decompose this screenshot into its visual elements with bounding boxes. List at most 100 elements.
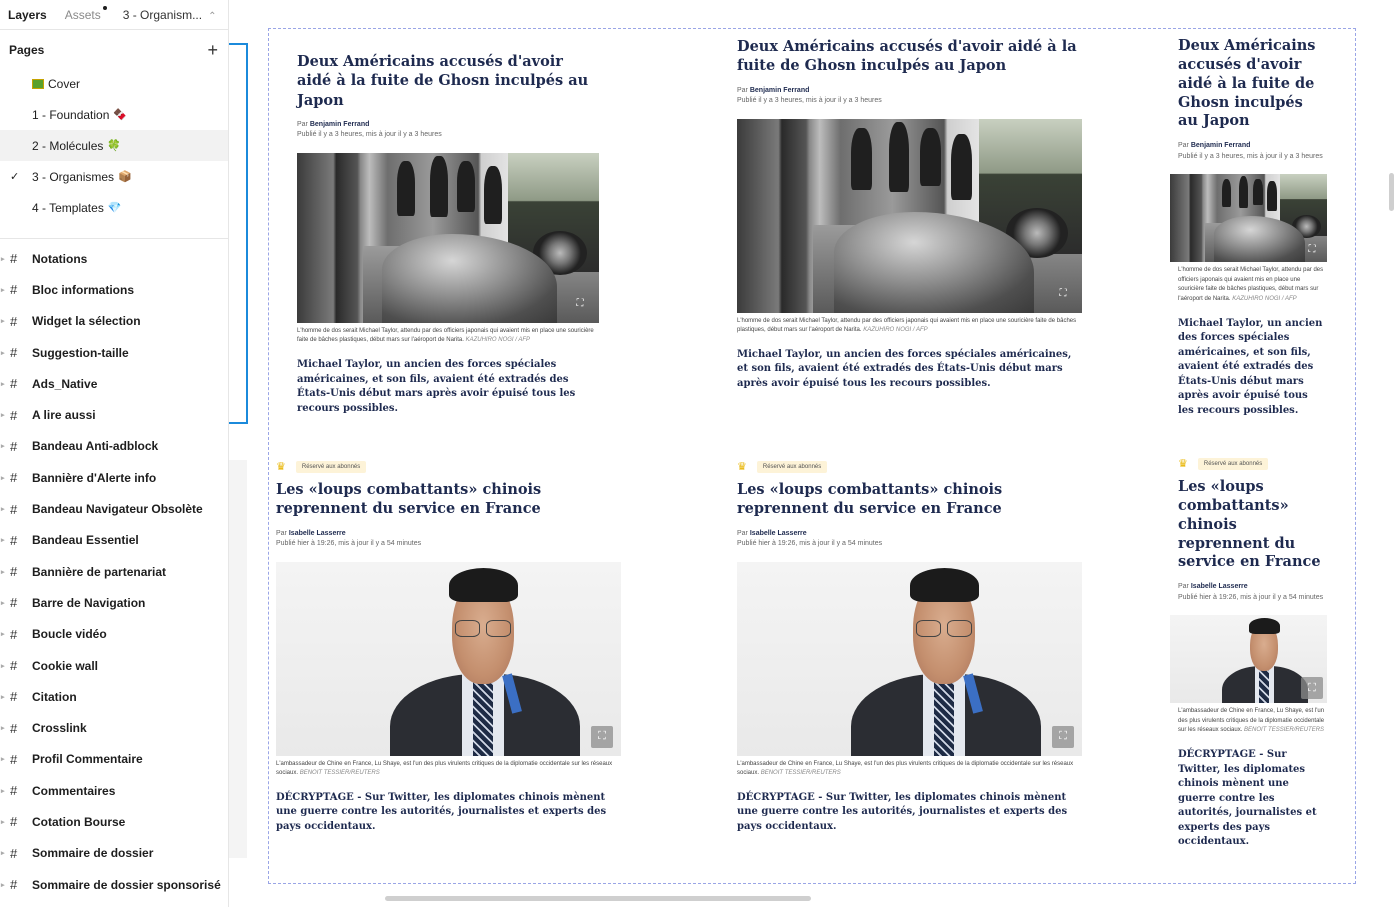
expand-caret-icon[interactable]: ▸ <box>1 599 5 607</box>
published-date: Publié il y a 3 heures, mis à jour il y … <box>297 131 442 139</box>
article-title[interactable]: Les «loups combattants» chinois reprenne… <box>737 481 1082 519</box>
expand-caret-icon[interactable]: ▸ <box>1 255 5 263</box>
published-date: Publié hier à 19:26, mis à jour il y a 5… <box>276 540 422 548</box>
layer-item[interactable]: ▸ # Sommaire de dossier <box>0 838 228 869</box>
expand-caret-icon[interactable]: ▸ <box>1 662 5 670</box>
page-item-templates[interactable]: 4 - Templates 💎 <box>0 192 228 223</box>
page-dropdown[interactable]: 3 - Organism... ⌃ <box>123 8 217 22</box>
layer-item[interactable]: ▸ # Cotation Bourse <box>0 806 228 837</box>
layer-item[interactable]: ▸ # Bannière de partenariat <box>0 556 228 587</box>
article-card-small[interactable]: Deux Américains accusés d'avoir aidé à l… <box>1170 37 1327 418</box>
author-link[interactable]: Isabelle Lasserre <box>1191 583 1248 590</box>
by-prefix: Par <box>737 529 748 537</box>
layer-item[interactable]: ▸ # Ads_Native <box>0 368 228 399</box>
page-item-label: 4 - Templates <box>32 200 104 215</box>
expand-caret-icon[interactable]: ▸ <box>1 349 5 357</box>
expand-caret-icon[interactable]: ▸ <box>1 568 5 576</box>
article-photo[interactable]: ⛶ <box>1170 615 1327 704</box>
expand-caret-icon[interactable]: ▸ <box>1 536 5 544</box>
tab-layers[interactable]: Layers <box>8 8 47 22</box>
page-item-organismes[interactable]: ✓ 3 - Organismes 📦 <box>0 161 228 192</box>
expand-caret-icon[interactable]: ▸ <box>1 818 5 826</box>
page-item-cover[interactable]: Cover <box>0 68 228 99</box>
expand-icon[interactable]: ⛶ <box>1052 283 1074 305</box>
layer-label: Cotation Bourse <box>32 814 126 829</box>
expand-caret-icon[interactable]: ▸ <box>1 755 5 763</box>
article-summary: DÉCRYPTAGE - Sur Twitter, les diplomates… <box>276 791 607 832</box>
layer-label: Barre de Navigation <box>32 595 146 610</box>
layer-item[interactable]: ▸ # Widget la sélection <box>0 306 228 337</box>
article-title[interactable]: Deux Américains accusés d'avoir aidé à l… <box>297 52 602 110</box>
author-link[interactable]: Benjamin Ferrand <box>1191 142 1251 149</box>
horizontal-scrollbar[interactable] <box>385 896 811 901</box>
expand-caret-icon[interactable]: ▸ <box>1 630 5 638</box>
article-title[interactable]: Deux Américains accusés d'avoir aidé à l… <box>737 37 1082 76</box>
article-title[interactable]: Deux Américains accusés d'avoir aidé à l… <box>1170 37 1327 131</box>
layer-item[interactable]: ▸ # Cookie wall <box>0 650 228 681</box>
expand-caret-icon[interactable]: ▸ <box>1 881 5 889</box>
photo-scene <box>276 561 621 756</box>
layer-label: Ads_Native <box>32 376 98 391</box>
author-link[interactable]: Benjamin Ferrand <box>750 87 810 94</box>
expand-caret-icon[interactable]: ▸ <box>1 380 5 388</box>
expand-icon[interactable]: ⛶ <box>591 725 613 748</box>
article-photo[interactable]: ⛶ <box>276 561 621 756</box>
layer-item[interactable]: ▸ # Crosslink <box>0 712 228 743</box>
byline: Par Isabelle Lasserre Publié hier à 19:26… <box>737 529 1082 550</box>
expand-caret-icon[interactable]: ▸ <box>1 787 5 795</box>
layer-item[interactable]: ▸ # Bloc informations <box>0 274 228 305</box>
expand-icon[interactable]: ⛶ <box>1301 238 1323 260</box>
chocolate-icon: 🍫 <box>113 109 128 121</box>
article-photo[interactable]: ⛶ <box>737 118 1082 313</box>
layer-item[interactable]: ▸ # Bandeau Essentiel <box>0 525 228 556</box>
author-link[interactable]: Isabelle Lasserre <box>750 530 807 537</box>
layer-item[interactable]: ▸#Encadré <box>0 900 228 907</box>
layer-item[interactable]: ▸ # Barre de Navigation <box>0 587 228 618</box>
layer-item[interactable]: ▸ # Citation <box>0 681 228 712</box>
layer-item[interactable]: ▸ # Boucle vidéo <box>0 619 228 650</box>
layer-item[interactable]: ▸ # Sommaire de dossier sponsorisé <box>0 869 228 900</box>
expand-caret-icon[interactable]: ▸ <box>1 505 5 513</box>
layer-label: Crosslink <box>32 721 87 736</box>
layer-item[interactable]: ▸ # Bandeau Navigateur Obsolète <box>0 493 228 524</box>
layer-item[interactable]: ▸ # Profil Commentaire <box>0 744 228 775</box>
article-title[interactable]: Les «loups combattants» chinois reprenne… <box>1170 478 1327 572</box>
photo-caption: L'homme de dos serait Michael Taylor, at… <box>1170 266 1327 304</box>
expand-caret-icon[interactable]: ▸ <box>1 693 5 701</box>
layer-item[interactable]: ▸ # Bandeau Anti-adblock <box>0 431 228 462</box>
expand-caret-icon[interactable]: ▸ <box>1 724 5 732</box>
expand-caret-icon[interactable]: ▸ <box>1 474 5 482</box>
layer-item[interactable]: ▸ # Commentaires <box>0 775 228 806</box>
expand-caret-icon[interactable]: ▸ <box>1 411 5 419</box>
photo-credit: KAZUHIRO NOGI / AFP <box>863 327 928 334</box>
author-link[interactable]: Isabelle Lasserre <box>289 530 346 537</box>
tab-assets[interactable]: Assets <box>65 5 107 22</box>
layer-item[interactable]: ▸ # Notations <box>0 243 228 274</box>
expand-caret-icon[interactable]: ▸ <box>1 849 5 857</box>
layer-item[interactable]: ▸ # A lire aussi <box>0 399 228 430</box>
article-card-medium[interactable]: Deux Américains accusés d'avoir aidé à l… <box>737 37 1082 391</box>
vertical-scrollbar[interactable] <box>1389 173 1394 211</box>
expand-caret-icon[interactable]: ▸ <box>1 442 5 450</box>
premium-article-card-medium[interactable]: ♛ Réservé aux abonnés Les «loups combatta… <box>737 460 1082 834</box>
article-photo[interactable]: ⛶ <box>297 152 599 323</box>
page-item-label: Cover <box>48 76 81 91</box>
premium-article-card-large[interactable]: ♛ Réservé aux abonnés Les «loups combatta… <box>276 460 621 834</box>
layer-item[interactable]: ▸ # Suggestion-taille <box>0 337 228 368</box>
article-title[interactable]: Les «loups combattants» chinois reprenne… <box>276 481 621 519</box>
article-photo[interactable]: ⛶ <box>1170 174 1327 263</box>
expand-icon[interactable]: ⛶ <box>569 293 591 315</box>
author-link[interactable]: Benjamin Ferrand <box>310 121 370 128</box>
page-item-molecules[interactable]: 2 - Molécules 🍀 <box>0 130 228 161</box>
expand-icon[interactable]: ⛶ <box>1052 725 1074 748</box>
frame-hash-icon: # <box>10 470 18 486</box>
article-card-large[interactable]: Deux Américains accusés d'avoir aidé à l… <box>297 52 602 416</box>
premium-article-card-small[interactable]: ♛ Réservé aux abonnés Les «loups combatta… <box>1170 457 1327 850</box>
page-item-foundation[interactable]: 1 - Foundation 🍫 <box>0 99 228 130</box>
expand-caret-icon[interactable]: ▸ <box>1 286 5 294</box>
article-photo[interactable]: ⛶ <box>737 561 1082 756</box>
expand-icon[interactable]: ⛶ <box>1301 677 1323 700</box>
layer-item[interactable]: ▸ # Bannière d'Alerte info <box>0 462 228 493</box>
add-page-icon[interactable]: + <box>207 41 218 59</box>
expand-caret-icon[interactable]: ▸ <box>1 317 5 325</box>
